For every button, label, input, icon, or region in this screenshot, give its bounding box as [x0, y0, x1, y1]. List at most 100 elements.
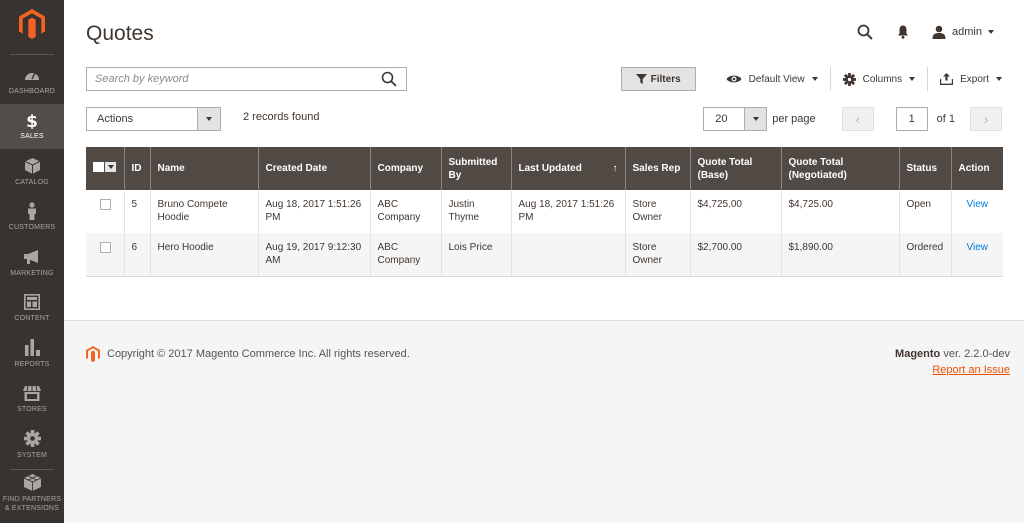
box-icon: [24, 157, 40, 175]
chevron-down-icon: [811, 77, 818, 81]
sidebar-item-catalog[interactable]: Catalog: [0, 149, 64, 195]
export-label: Export: [960, 73, 989, 85]
column-header-sales-rep[interactable]: Sales Rep: [624, 147, 690, 190]
search-icon: [857, 24, 873, 40]
row-select-cell: [86, 233, 124, 277]
dashboard-icon: [24, 66, 40, 84]
column-header-company[interactable]: Company: [369, 147, 441, 190]
sort-ascending-icon: ↑: [612, 163, 618, 174]
quotes-grid: ID Name Created Date Company Submitted B…: [86, 147, 1003, 277]
mass-select-header: [86, 147, 124, 190]
chevron-down-icon: [107, 164, 114, 169]
admin-user-menu[interactable]: admin: [932, 25, 994, 39]
filters-button[interactable]: Filters: [620, 67, 696, 91]
blocks-icon: [23, 474, 41, 492]
column-header-id[interactable]: ID: [123, 147, 150, 190]
sidebar-item-reports[interactable]: Reports: [0, 331, 64, 377]
search-icon: [381, 71, 397, 87]
search-input[interactable]: [87, 68, 372, 90]
column-header-created-date[interactable]: Created Date: [257, 147, 370, 190]
cell-submitted-by: Lois Price: [440, 233, 511, 277]
bar-chart-icon: [24, 339, 40, 357]
magento-logo-icon: [19, 9, 45, 39]
sidebar-item-stores[interactable]: Stores: [0, 377, 64, 423]
global-search-button[interactable]: [846, 20, 884, 44]
export-dropdown[interactable]: Export: [928, 67, 1002, 91]
mass-select-checkbox[interactable]: [93, 161, 116, 172]
main-content: Quotes admin Filters Default View: [64, 0, 1024, 523]
column-header-status[interactable]: Status: [898, 147, 951, 190]
gear-icon: [842, 72, 856, 86]
row-checkbox[interactable]: [100, 199, 111, 210]
svg-text:$: $: [26, 112, 38, 129]
records-count: 2 records found: [243, 111, 320, 123]
page-total: of 1: [936, 113, 955, 125]
keyword-search: [86, 67, 407, 91]
pagination: 20 per page ‹ of 1 ›: [703, 107, 1002, 131]
cell-company: ABC Company: [369, 233, 441, 277]
cell-name: Hero Hoodie: [149, 233, 258, 277]
cell-id: 5: [123, 190, 150, 233]
cell-total-negotiated: $1,890.00: [780, 233, 899, 277]
chevron-down-icon: [206, 117, 212, 121]
sidebar-item-sales[interactable]: $ Sales: [0, 103, 64, 149]
table-row: 6 Hero Hoodie Aug 19, 2017 9:12:30 AM ABC C…: [86, 233, 1003, 277]
column-header-quote-total-negotiated[interactable]: Quote Total (Negotiated): [780, 147, 899, 190]
storefront-icon: [23, 384, 41, 402]
bell-icon: [898, 25, 909, 39]
sidebar-item-label: System: [17, 451, 47, 459]
row-checkbox[interactable]: [100, 242, 111, 253]
default-view-dropdown[interactable]: Default View: [714, 67, 830, 91]
chevron-down-icon: [996, 77, 1002, 81]
notifications-button[interactable]: [884, 20, 922, 44]
chevron-left-icon: ‹: [855, 111, 860, 127]
sidebar-divider: [10, 54, 54, 55]
mass-actions-dropdown[interactable]: Actions: [86, 107, 221, 131]
sidebar-divider: [10, 468, 54, 470]
report-issue-link[interactable]: Report an Issue: [895, 364, 1010, 376]
search-submit-button[interactable]: [372, 68, 406, 90]
grid-toolbar: Filters Default View Columns Export: [620, 67, 1002, 91]
per-page-select[interactable]: 20: [703, 107, 768, 131]
user-icon: [932, 25, 946, 39]
table-row: 5 Bruno Compete Hoodie Aug 18, 2017 1:51:2…: [86, 190, 1003, 233]
previous-page-button[interactable]: ‹: [841, 107, 874, 131]
column-header-quote-total-base[interactable]: Quote Total (Base): [689, 147, 781, 190]
chevron-right-icon: ›: [983, 111, 989, 127]
sidebar-item-label: Find Partners & Extensions: [2, 495, 62, 512]
view-quote-link[interactable]: View: [959, 241, 997, 254]
sidebar-item-partners[interactable]: Find Partners & Extensions: [0, 471, 64, 517]
sidebar-item-system[interactable]: System: [0, 422, 64, 468]
sidebar-item-marketing[interactable]: Marketing: [0, 240, 64, 286]
page-footer: Copyright © 2017 Magento Commerce Inc. A…: [64, 321, 1024, 523]
sidebar-item-label: Dashboard: [8, 87, 56, 95]
cell-status: Ordered: [898, 233, 951, 277]
megaphone-icon: [23, 248, 41, 266]
sidebar-item-content[interactable]: Content: [0, 286, 64, 332]
cell-id: 6: [123, 233, 150, 277]
chevron-down-icon: [909, 77, 916, 81]
columns-dropdown[interactable]: Columns: [831, 67, 927, 91]
sidebar-item-customers[interactable]: Customers: [0, 195, 64, 241]
per-page-label: per page: [772, 113, 816, 125]
column-header-submitted-by[interactable]: Submitted By: [440, 147, 511, 190]
actions-label: Actions: [97, 113, 134, 125]
column-header-last-updated[interactable]: Last Updated ↑: [510, 147, 625, 190]
page-number-input[interactable]: [895, 107, 928, 131]
column-header-name[interactable]: Name: [149, 147, 258, 190]
cell-submitted-by: Justin Thyme: [440, 190, 511, 233]
sidebar-item-dashboard[interactable]: Dashboard: [0, 58, 64, 104]
layout-icon: [24, 293, 40, 311]
next-page-button[interactable]: ›: [970, 107, 1002, 131]
cell-total-base: $2,700.00: [689, 233, 781, 277]
brand-name: Magento: [895, 348, 941, 360]
sidebar-item-label: Customers: [8, 224, 56, 232]
cell-last-updated: [510, 233, 625, 277]
dollar-icon: $: [26, 111, 38, 129]
cell-sales-rep: Store Owner: [624, 233, 690, 277]
view-quote-link[interactable]: View: [959, 198, 997, 211]
cell-name: Bruno Compete Hoodie: [149, 190, 258, 233]
gear-icon: [23, 430, 41, 448]
filters-label: Filters: [650, 73, 681, 85]
magento-logo[interactable]: [0, 0, 64, 48]
